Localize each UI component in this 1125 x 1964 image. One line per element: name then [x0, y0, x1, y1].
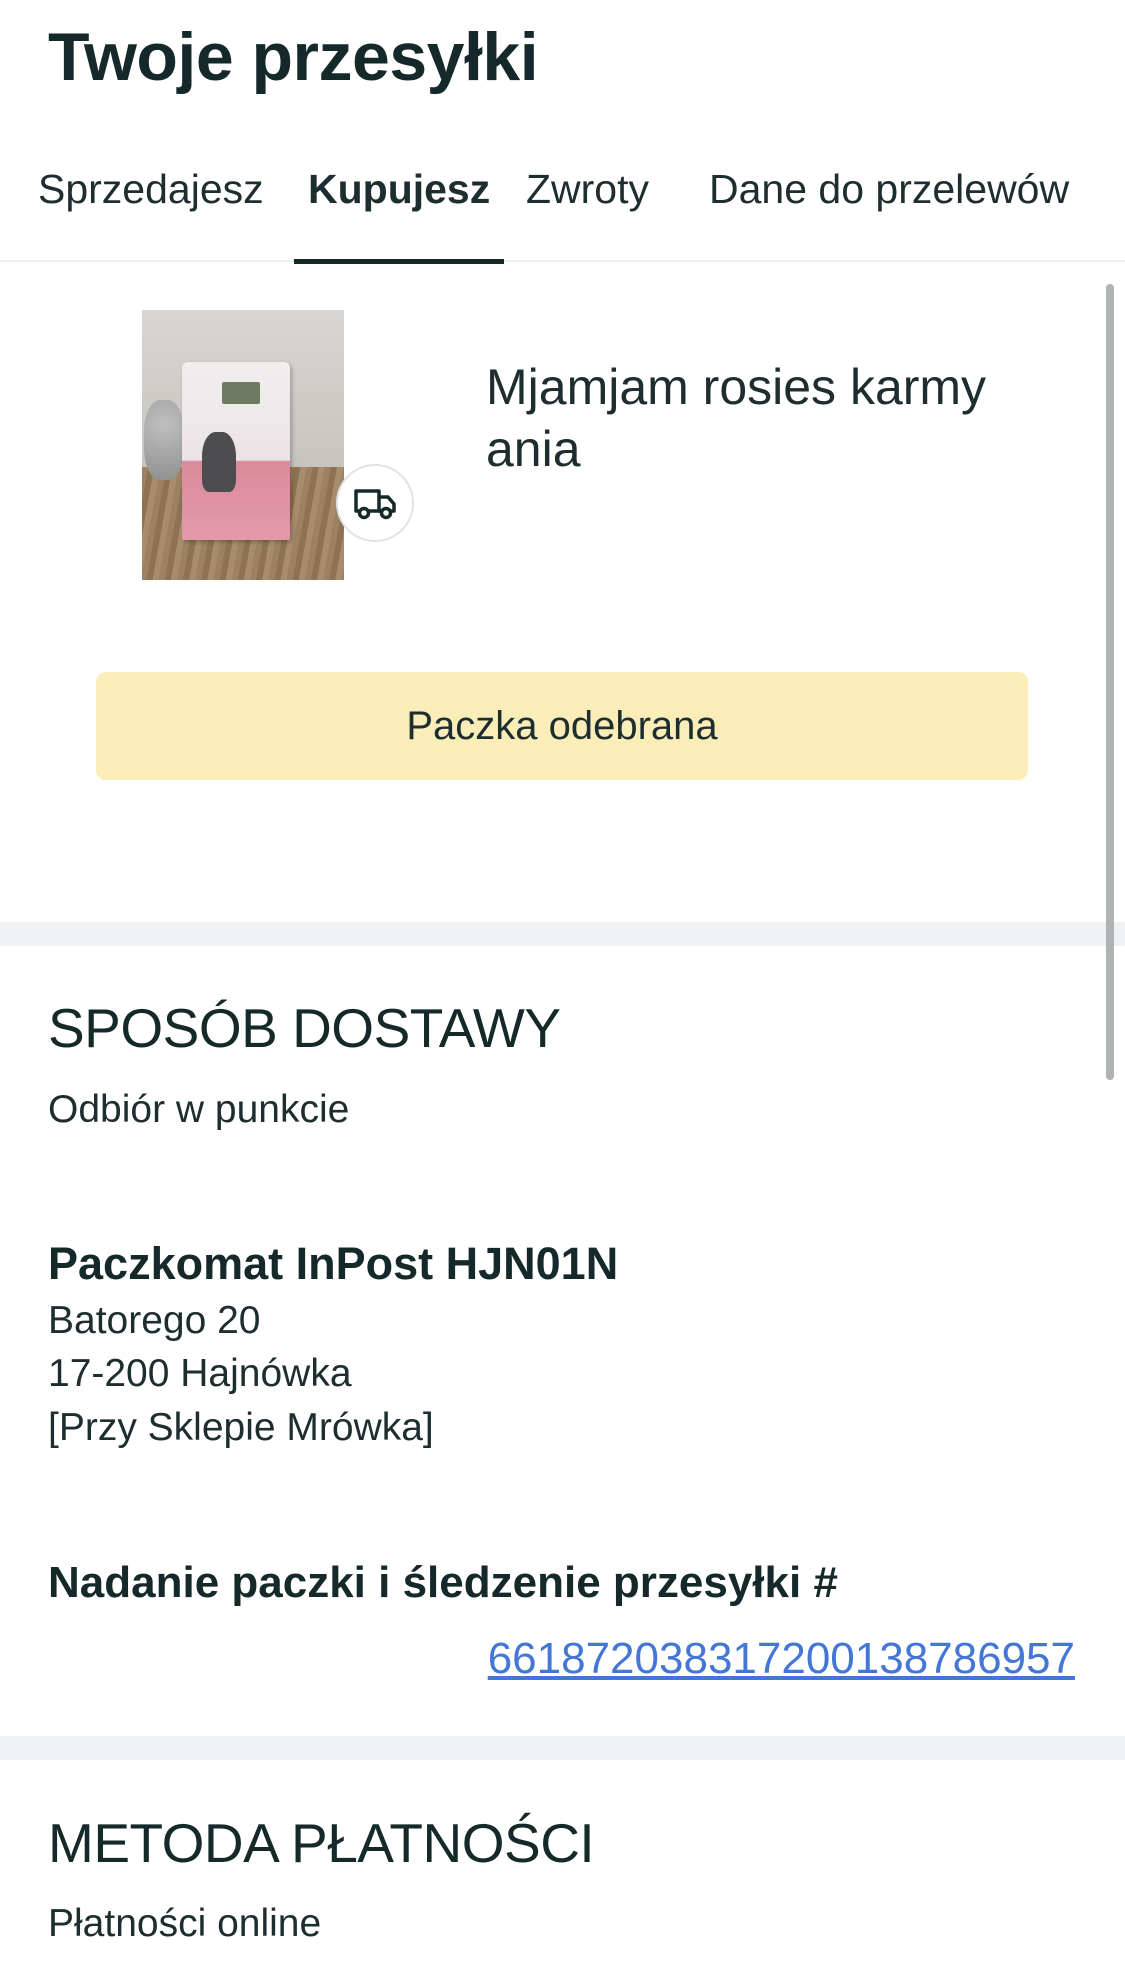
scrollbar[interactable]: [1106, 284, 1114, 1080]
pickup-address-street: Batorego 20: [48, 1299, 261, 1342]
section-divider: [0, 922, 1125, 946]
tab-zwroty[interactable]: Zwroty: [526, 166, 649, 262]
delivery-heading: SPOSÓB DOSTAWY: [48, 997, 561, 1059]
pickup-address-note: [Przy Sklepie Mrówka]: [48, 1406, 434, 1449]
tab-kupujesz[interactable]: Kupujesz: [293, 166, 505, 264]
photo-figurine: [144, 400, 184, 480]
payment-method: Płatności online: [48, 1902, 322, 1945]
page: Twoje przesyłki Sprzedajesz Kupujesz Zwr…: [0, 0, 1125, 1964]
payment-heading: METODA PŁATNOŚCI: [48, 1812, 595, 1874]
pickup-address-city: 17-200 Hajnówka: [48, 1352, 352, 1395]
tab-sprzedajesz[interactable]: Sprzedajesz: [38, 166, 264, 262]
pickup-point-name: Paczkomat InPost HJN01N: [48, 1238, 619, 1289]
tab-bar: Sprzedajesz Kupujesz Zwroty Dane do prze…: [0, 150, 1125, 264]
truck-icon: [354, 489, 396, 520]
photo-food-bag: [182, 362, 290, 540]
shipping-badge: [336, 464, 414, 542]
delivery-method: Odbiór w punkcie: [48, 1088, 350, 1131]
section-divider: [0, 1736, 1125, 1760]
tracking-number-link[interactable]: 661872038317200138786957: [488, 1634, 1075, 1684]
tab-dane-do-przelewow[interactable]: Dane do przelewów: [709, 166, 1069, 262]
status-button[interactable]: Paczka odebrana: [96, 672, 1028, 780]
photo-bag-cat: [202, 432, 236, 492]
item-title[interactable]: Mjamjam rosies karmy ania: [486, 356, 1046, 480]
photo-bag-label: [222, 382, 260, 404]
status-label: Paczka odebrana: [406, 703, 718, 748]
item-photo[interactable]: [142, 310, 344, 580]
page-title: Twoje przesyłki: [48, 19, 539, 95]
tracking-label: Nadanie paczki i śledzenie przesyłki #: [48, 1558, 838, 1607]
